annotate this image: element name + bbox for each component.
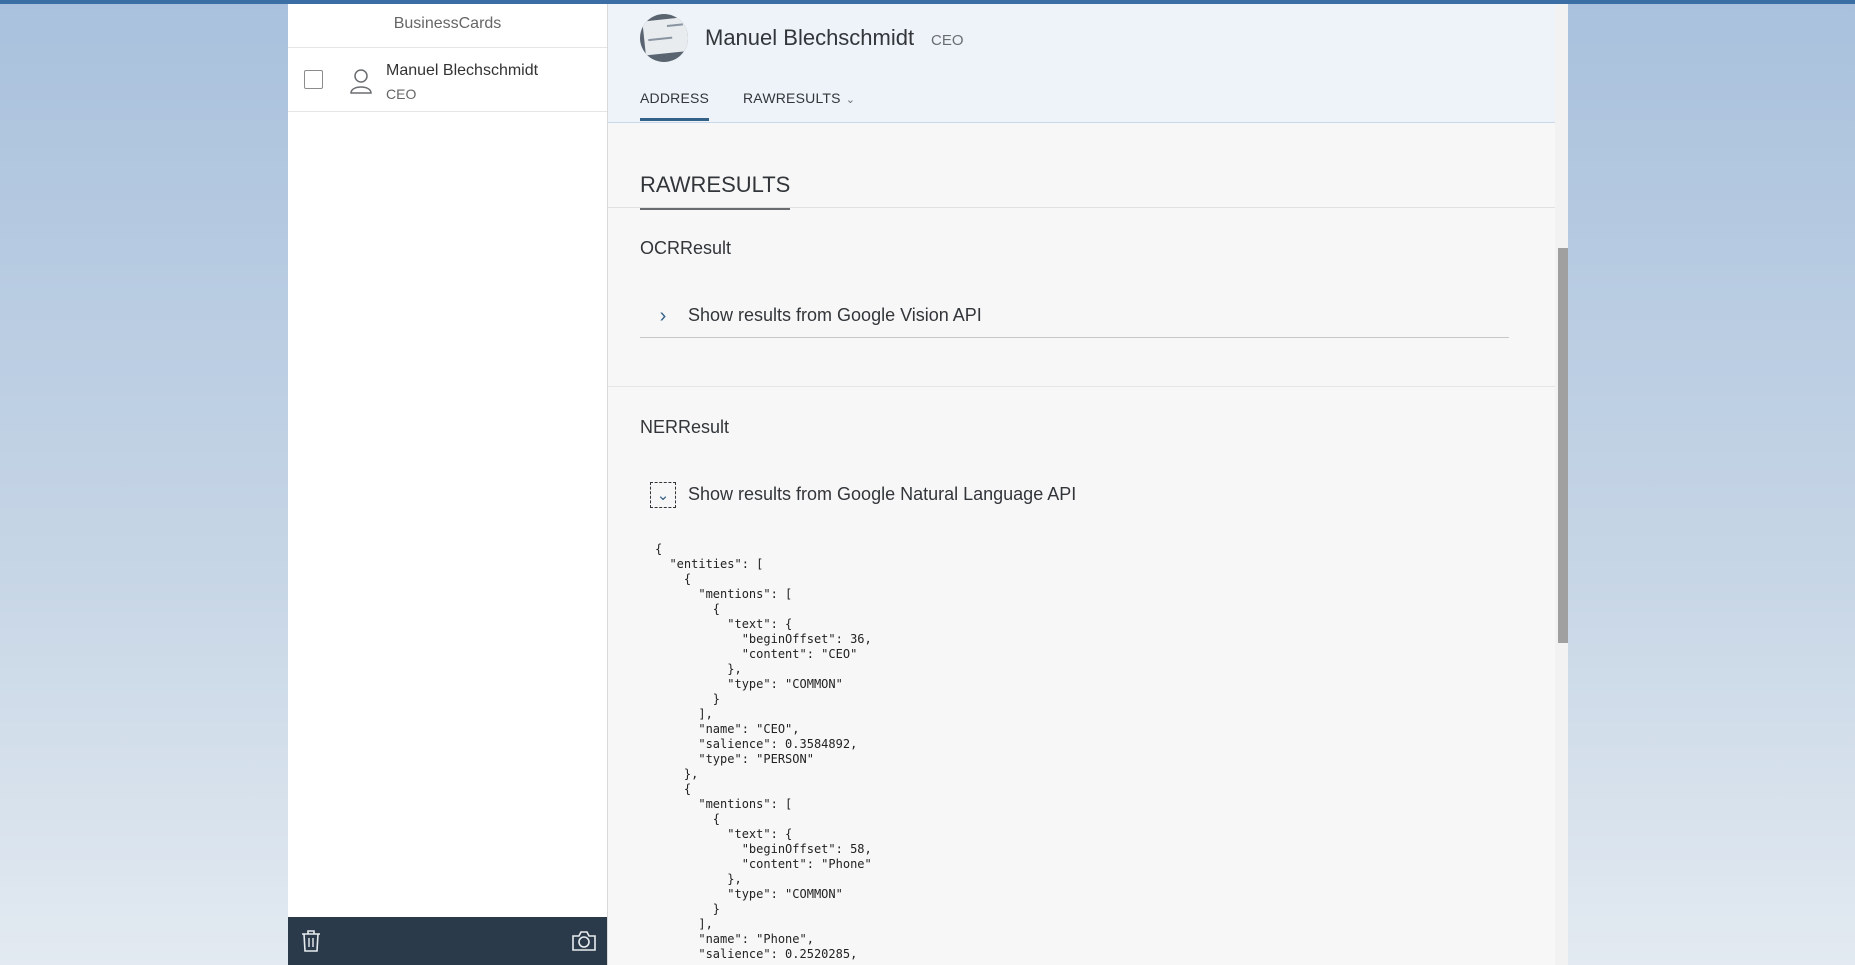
object-header: Manuel Blechschmidt CEO ADDRESS RAWRESUL… <box>608 4 1555 123</box>
scrollbar[interactable] <box>1555 4 1568 965</box>
page-subtitle: CEO <box>931 32 964 49</box>
section-title: RAWRESULTS <box>640 172 791 210</box>
chevron-right-icon[interactable]: › <box>650 303 676 329</box>
avatar <box>640 14 688 62</box>
chevron-down-icon[interactable]: ⌄ <box>650 482 676 508</box>
tab-rawresults[interactable]: RAWRESULTS ⌄ <box>743 90 855 106</box>
page-title: Manuel Blechschmidt <box>705 25 915 50</box>
master-list-pane: BusinessCards Manuel Blechschmidt CEO <box>288 4 608 965</box>
tab-rawresults-label: RAWRESULTS <box>743 90 841 106</box>
ocr-subsection-title: OCRResult <box>640 238 732 258</box>
tab-address[interactable]: ADDRESS <box>640 90 710 121</box>
ner-json-output: { "entities": [ { "mentions": [ { "text"… <box>655 542 872 961</box>
block-divider <box>608 386 1555 387</box>
select-checkbox[interactable] <box>304 70 323 89</box>
section-divider <box>608 207 1555 208</box>
panel-divider <box>640 337 1509 338</box>
business-card-thumbnail <box>642 16 688 56</box>
list-item-title: CEO <box>386 86 417 102</box>
ocr-panel-header[interactable]: › Show results from Google Vision API <box>640 294 1509 338</box>
master-footer-toolbar <box>288 917 607 965</box>
trash-icon[interactable] <box>300 929 322 953</box>
scrollbar-thumb[interactable] <box>1558 248 1568 643</box>
tab-address-label: ADDRESS <box>640 90 710 106</box>
camera-icon[interactable] <box>571 929 597 953</box>
person-icon <box>350 69 372 94</box>
ocr-panel-label: Show results from Google Vision API <box>688 305 982 325</box>
list-item-name: Manuel Blechschmidt <box>386 62 539 79</box>
ner-panel-header[interactable]: ⌄ Show results from Google Natural Langu… <box>640 473 1509 517</box>
chevron-down-icon: ⌄ <box>845 94 856 106</box>
detail-pane: Manuel Blechschmidt CEO ADDRESS RAWRESUL… <box>608 4 1568 965</box>
ner-subsection-title: NERResult <box>640 417 730 437</box>
master-title: BusinessCards <box>288 4 607 48</box>
ner-panel-label: Show results from Google Natural Languag… <box>688 484 1077 504</box>
list-item[interactable]: Manuel Blechschmidt CEO <box>288 48 607 112</box>
